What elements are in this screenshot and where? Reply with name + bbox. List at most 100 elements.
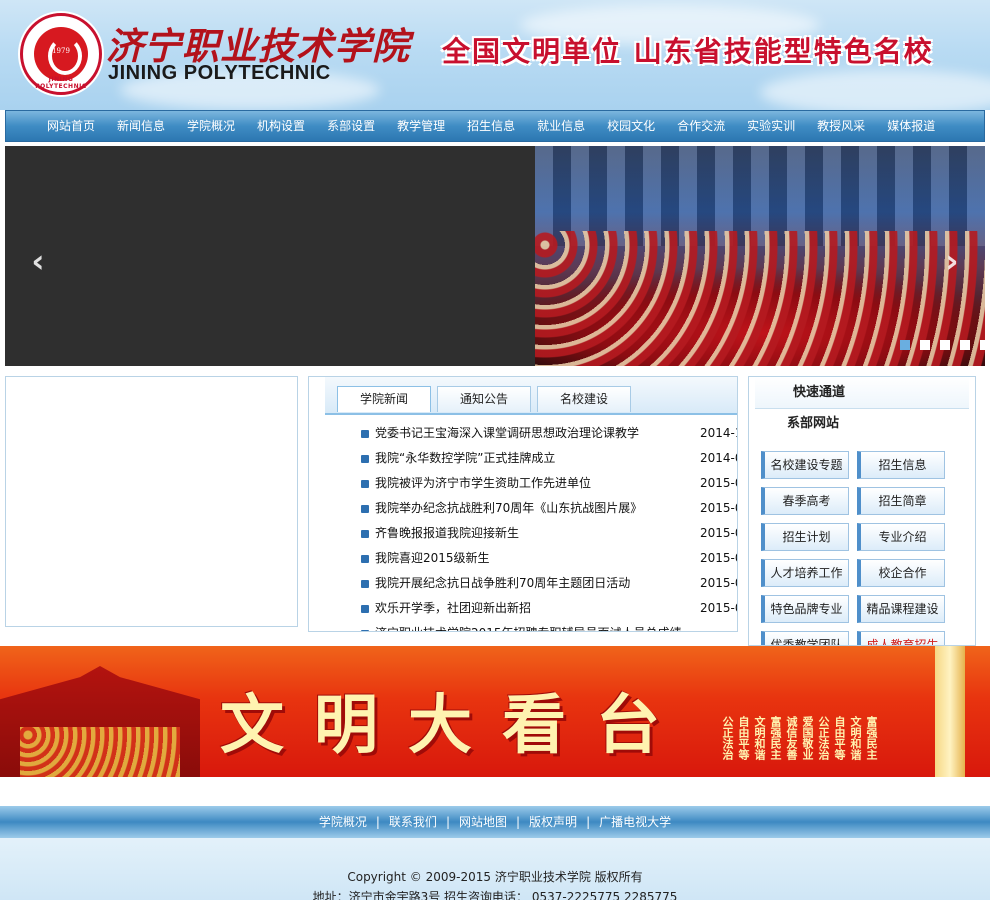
list-item: 我院举办纪念抗战胜利70周年《山东抗战图片展》 2015-0: [361, 496, 737, 521]
square-bullet-icon: [361, 505, 369, 513]
seal-ring-text: JINING POLYTECHNIC: [35, 76, 87, 90]
quick-link-button[interactable]: 春季高考: [761, 487, 849, 515]
list-item: 齐鲁晚报报道我院迎接新生 2015-0: [361, 521, 737, 546]
quick-link-button[interactable]: 名校建设专题: [761, 451, 849, 479]
quick-link-button[interactable]: 人才培养工作: [761, 559, 849, 587]
logo-english-name: JINING POLYTECHNIC: [108, 62, 331, 84]
news-date: 2014-1: [700, 426, 737, 440]
tiananmen-gate-graphic: [0, 666, 200, 777]
square-bullet-icon: [361, 605, 369, 613]
nav-item-professors[interactable]: 教授风采: [806, 111, 876, 141]
header-slogan: 全国文明单位 山东省技能型特色名校: [442, 35, 934, 68]
banner-slider: ‹ ›: [5, 146, 985, 366]
footer-link-copyright[interactable]: 版权声明: [529, 815, 577, 829]
tab-notices[interactable]: 通知公告: [437, 386, 531, 412]
news-date: 2015-0: [700, 526, 737, 540]
nav-item-training[interactable]: 实验实训: [736, 111, 806, 141]
news-title-link[interactable]: 我院“永华数控学院”正式挂牌成立: [375, 446, 555, 471]
news-date: 2015-0: [700, 476, 737, 490]
news-title-link[interactable]: 欢乐开学季，社团迎新出新招: [375, 596, 531, 621]
slide-dot[interactable]: [920, 340, 930, 350]
nav-item-admissions[interactable]: 招生信息: [456, 111, 526, 141]
news-panel: 学院新闻 通知公告 名校建设 党委书记王宝海深入课堂调研思想政治理论课教学 201…: [308, 376, 738, 632]
square-bullet-icon: [361, 455, 369, 463]
news-date: 2015-0: [700, 576, 737, 590]
footer-links: 学院概况 | 联系我们 | 网站地图 | 版权声明 | 广播电视大学: [0, 806, 990, 838]
copyright-text: Copyright © 2009-2015 济宁职业技术学院 版权所有: [347, 870, 643, 884]
department-sites-heading: 系部网站: [787, 416, 840, 431]
news-title-link[interactable]: 我院开展纪念抗日战争胜利70周年主题团日活动: [375, 571, 630, 596]
slide-dot[interactable]: [980, 340, 985, 350]
news-title-link[interactable]: 我院举办纪念抗战胜利70周年《山东抗战图片展》: [375, 496, 642, 521]
nav-item-campus-culture[interactable]: 校园文化: [596, 111, 666, 141]
slide-dot[interactable]: [960, 340, 970, 350]
quick-link-button-adult-education[interactable]: 成人教育招生: [857, 631, 945, 645]
nav-item-media[interactable]: 媒体报道: [876, 111, 946, 141]
quick-access-panel: 快速通道 系部网站 名校建设专题 招生信息 春季高考 招生简章 招生计划 专业介…: [748, 376, 976, 646]
news-date: 2015-0: [700, 601, 737, 615]
nav-item-teaching[interactable]: 教学管理: [386, 111, 456, 141]
quick-link-button[interactable]: 校企合作: [857, 559, 945, 587]
news-title-link[interactable]: 我院喜迎2015级新生: [375, 546, 490, 571]
college-seal-logo[interactable]: 1979 JINING POLYTECHNIC: [20, 13, 102, 95]
divider: |: [375, 815, 380, 829]
address-text: 地址：济宁市金宇路3号 招生咨询电话： 0537-2225775 2285775: [312, 890, 678, 900]
site-header: 1979 JINING POLYTECHNIC 济宁职业技术学院 JINING …: [0, 0, 990, 110]
news-title-link[interactable]: 济宁职业技术学院2015年招聘专职辅导员面试人员总成绩: [375, 621, 682, 631]
list-item: 济宁职业技术学院2015年招聘专职辅导员面试人员总成绩: [361, 621, 737, 631]
quick-link-button[interactable]: 招生简章: [857, 487, 945, 515]
nav-item-cooperation[interactable]: 合作交流: [666, 111, 736, 141]
footer-link-sitemap[interactable]: 网站地图: [459, 815, 507, 829]
chevron-left-icon[interactable]: ‹: [23, 242, 53, 280]
nav-item-organization[interactable]: 机构设置: [246, 111, 316, 141]
core-value-column: 爱国敬业: [801, 716, 814, 760]
huabiao-pillar-graphic: [935, 646, 965, 777]
list-item: 欢乐开学季，社团迎新出新招 2015-0: [361, 596, 737, 621]
list-item: 我院被评为济宁市学生资助工作先进单位 2015-0: [361, 471, 737, 496]
core-value-column: 自由平等: [737, 716, 750, 760]
nav-item-home[interactable]: 网站首页: [36, 111, 106, 141]
quick-link-grid: 名校建设专题 招生信息 春季高考 招生简章 招生计划 专业介绍 人才培养工作 校…: [761, 451, 945, 645]
quick-link-button[interactable]: 特色品牌专业: [761, 595, 849, 623]
quick-link-button[interactable]: 招生计划: [761, 523, 849, 551]
core-value-column: 富强民主: [865, 716, 878, 760]
list-item: 我院喜迎2015级新生 2015-0: [361, 546, 737, 571]
core-value-column: 诚信友善: [785, 716, 798, 760]
news-title-link[interactable]: 齐鲁晚报报道我院迎接新生: [375, 521, 519, 546]
quick-link-button[interactable]: 优秀教学团队: [761, 631, 849, 645]
news-tabbar: 学院新闻 通知公告 名校建设: [325, 377, 737, 415]
news-date: 2014-0: [700, 451, 737, 465]
promo-title: 文明大看台: [220, 688, 690, 763]
banner-photo[interactable]: [535, 146, 985, 366]
footer-link-about[interactable]: 学院概况: [319, 815, 367, 829]
slide-indicators: [900, 340, 985, 350]
chevron-right-icon[interactable]: ›: [937, 242, 967, 280]
promo-banner[interactable]: 文明大看台 公正法治 自由平等 文明和谐 富强民主 诚信友善 爱国敬业 公正法治…: [0, 646, 990, 777]
slide-dot[interactable]: [900, 340, 910, 350]
nav-item-departments[interactable]: 系部设置: [316, 111, 386, 141]
tab-college-news[interactable]: 学院新闻: [337, 386, 431, 412]
footer-link-contact[interactable]: 联系我们: [389, 815, 437, 829]
list-item: 党委书记王宝海深入课堂调研思想政治理论课教学 2014-1: [361, 421, 737, 446]
quick-link-button[interactable]: 精品课程建设: [857, 595, 945, 623]
seal-year: 1979: [52, 47, 70, 55]
nav-item-news[interactable]: 新闻信息: [106, 111, 176, 141]
core-value-column: 公正法治: [721, 716, 734, 760]
nav-item-about[interactable]: 学院概况: [176, 111, 246, 141]
core-value-column: 富强民主: [769, 716, 782, 760]
tab-famous-school[interactable]: 名校建设: [537, 386, 631, 412]
square-bullet-icon: [361, 630, 369, 631]
main-nav: 网站首页 新闻信息 学院概况 机构设置 系部设置 教学管理 招生信息 就业信息 …: [5, 110, 985, 142]
quick-access-heading: 快速通道: [755, 377, 969, 409]
core-value-column: 文明和谐: [753, 716, 766, 760]
square-bullet-icon: [361, 480, 369, 488]
footer-link-tv-university[interactable]: 广播电视大学: [599, 815, 671, 829]
news-title-link[interactable]: 我院被评为济宁市学生资助工作先进单位: [375, 471, 591, 496]
divider: |: [516, 815, 521, 829]
news-title-link[interactable]: 党委书记王宝海深入课堂调研思想政治理论课教学: [375, 421, 639, 446]
quick-link-button[interactable]: 专业介绍: [857, 523, 945, 551]
quick-link-button[interactable]: 招生信息: [857, 451, 945, 479]
nav-item-employment[interactable]: 就业信息: [526, 111, 596, 141]
list-item: 我院开展纪念抗日战争胜利70周年主题团日活动 2015-0: [361, 571, 737, 596]
slide-dot[interactable]: [940, 340, 950, 350]
